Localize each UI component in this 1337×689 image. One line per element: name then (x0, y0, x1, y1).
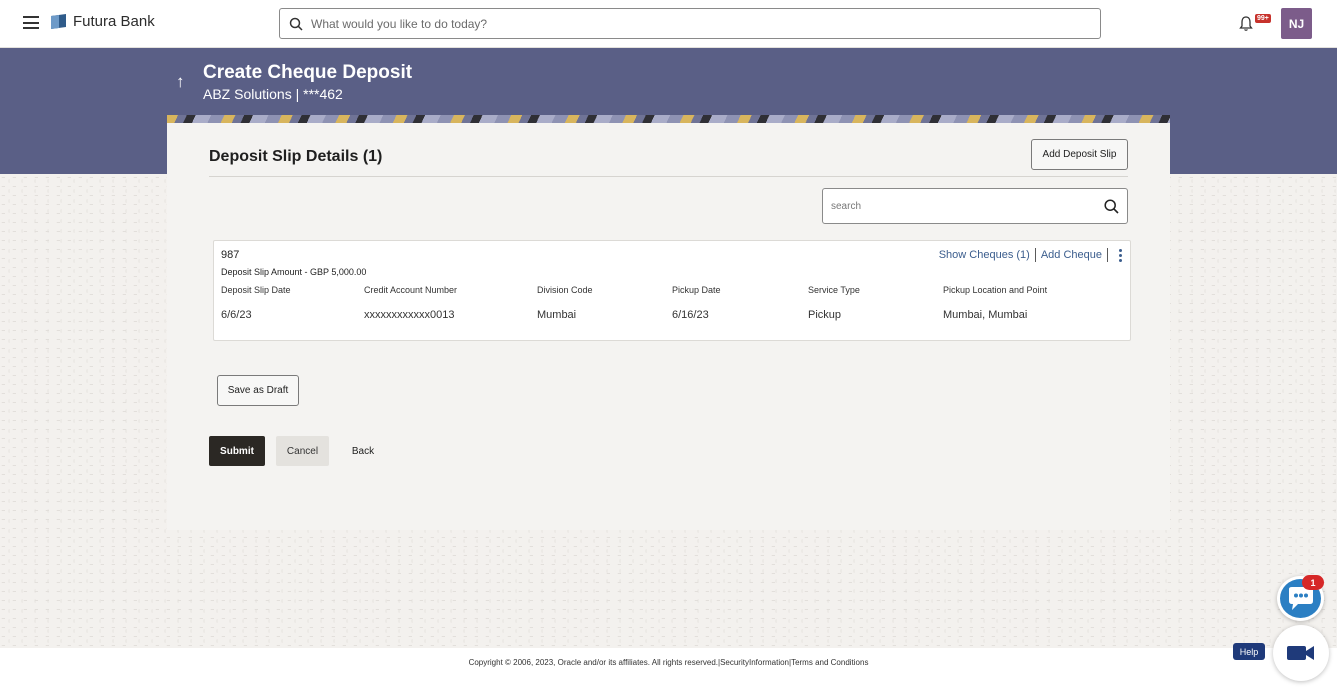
column-division-code: Division Code Mumbai (537, 285, 593, 321)
section-title: Deposit Slip Details (1) (209, 148, 383, 165)
search-icon[interactable] (1104, 198, 1119, 214)
link-separator (1034, 248, 1036, 262)
slip-actions: Show Cheques (1) Add Cheque (939, 248, 1122, 262)
back-button[interactable]: Back (343, 436, 383, 466)
column-value: Mumbai, Mumbai (943, 309, 1028, 321)
column-header: Credit Account Number (364, 285, 458, 295)
column-header: Service Type (808, 285, 860, 295)
column-header: Deposit Slip Date (221, 285, 291, 295)
page-title: Create Cheque Deposit (203, 62, 413, 83)
help-label[interactable]: Help (1233, 643, 1265, 660)
link-separator (1107, 248, 1108, 262)
brand-name: Futura Bank (73, 13, 155, 30)
page-subtitle: ABZ Solutions | ***462 (203, 86, 343, 102)
notification-bell-icon[interactable] (1238, 15, 1254, 32)
slip-search-input[interactable] (831, 200, 1104, 212)
user-avatar[interactable]: NJ (1281, 8, 1312, 39)
column-credit-account-number: Credit Account Number xxxxxxxxxxxx0013 (364, 285, 457, 321)
decorative-stripe (167, 115, 1170, 123)
save-as-draft-button[interactable]: Save as Draft (217, 375, 299, 406)
column-pickup-date: Pickup Date 6/16/23 (672, 285, 721, 321)
column-value: xxxxxxxxxxxx0013 (364, 309, 455, 321)
section-divider (209, 176, 1128, 177)
page-footer: Copyright © 2006, 2023, Oracle and/or it… (0, 648, 1337, 689)
column-deposit-slip-date: Deposit Slip Date 6/6/23 (221, 285, 291, 321)
column-header: Pickup Location and Point (943, 285, 1048, 295)
submit-button[interactable]: Submit (209, 436, 265, 466)
slip-number: 987 (221, 249, 240, 261)
column-value: 6/6/23 (221, 309, 252, 321)
search-icon (289, 17, 303, 31)
hamburger-menu-icon[interactable] (23, 16, 39, 29)
help-video-button[interactable] (1273, 625, 1329, 681)
slip-amount: Deposit Slip Amount - GBP 5,000.00 (221, 267, 367, 277)
column-header: Division Code (537, 285, 593, 295)
column-pickup-location: Pickup Location and Point Mumbai, Mumbai (943, 285, 1047, 321)
column-value: Pickup (808, 309, 842, 321)
copyright-text: Copyright © 2006, 2023, Oracle and/or it… (468, 658, 869, 667)
top-header: Futura Bank 99+ NJ (0, 0, 1337, 48)
column-value: 6/16/23 (672, 309, 709, 321)
back-arrow-icon[interactable]: ↑ (176, 72, 185, 92)
cancel-button[interactable]: Cancel (276, 436, 329, 466)
brand-logo[interactable]: Futura Bank (50, 13, 155, 30)
add-cheque-link[interactable]: Add Cheque (1041, 249, 1102, 261)
deposit-slip-card: 987 Deposit Slip Amount - GBP 5,000.00 S… (213, 240, 1131, 341)
add-deposit-slip-button[interactable]: Add Deposit Slip (1031, 139, 1128, 170)
show-cheques-link[interactable]: Show Cheques (1) (939, 249, 1030, 261)
video-camera-icon (1287, 646, 1314, 660)
chat-notification-badge: 1 (1302, 575, 1324, 590)
global-search[interactable] (279, 8, 1101, 39)
bank-logo-icon (51, 14, 66, 29)
column-value: Mumbai (537, 309, 577, 321)
column-service-type: Service Type Pickup (808, 285, 860, 321)
notification-badge: 99+ (1255, 14, 1271, 23)
column-header: Pickup Date (672, 285, 721, 295)
global-search-input[interactable] (311, 16, 1100, 31)
slip-search[interactable] (822, 188, 1128, 224)
more-options-icon[interactable] (1119, 248, 1122, 262)
